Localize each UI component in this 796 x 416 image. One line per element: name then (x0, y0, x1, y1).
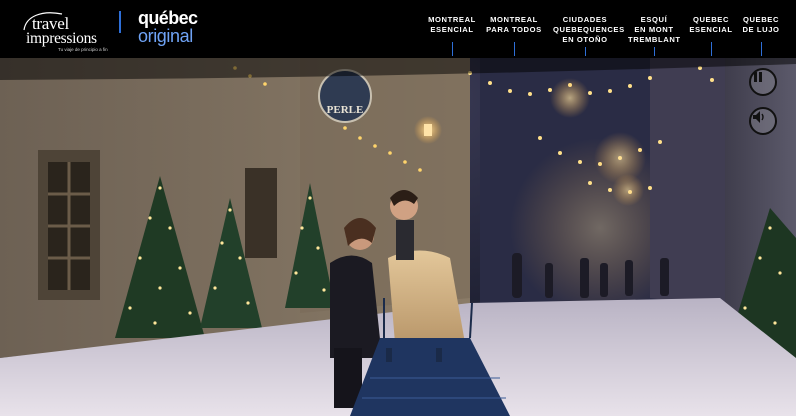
nav-indicator (654, 47, 655, 56)
nav-label-line: CIUDADES (562, 15, 608, 24)
main-nav: MONTREAL ESENCIAL MONTREAL PARA TODOS CI… (0, 0, 796, 58)
shop-sign-text: PERLE (327, 104, 364, 116)
pause-icon (754, 72, 762, 82)
nav-label-line: MONTREAL (490, 15, 538, 24)
site-header: travel impressions Tu viaje de principio… (0, 0, 796, 58)
nav-item-esqui-mont-tremblant[interactable]: ESQUÍ EN MONT TREMBLANT (628, 15, 681, 56)
nav-label-line: QUEBEC (742, 15, 780, 24)
nav-label-line: DE LUJO (742, 25, 780, 34)
hero-video[interactable]: PERLE (0, 58, 796, 416)
nav-label-line: ESENCIAL (689, 25, 733, 34)
nav-item-montreal-para-todos[interactable]: MONTREAL PARA TODOS (486, 15, 542, 56)
sound-button[interactable] (749, 107, 777, 135)
nav-item-quebec-de-lujo[interactable]: QUEBEC DE LUJO (741, 15, 781, 56)
nav-label-line: MONTREAL (428, 15, 476, 24)
nav-label-line: ESQUÍ (640, 15, 668, 24)
nav-label-line: EN MONT (634, 25, 674, 34)
nav-indicator (761, 42, 762, 56)
nav-item-ciudades-quebequences[interactable]: CIUDADES QUEBEQUENCES EN OTOÑO (553, 15, 625, 56)
nav-label-line: EN OTOÑO (562, 35, 608, 44)
nav-label-line: ESENCIAL (430, 25, 474, 34)
nav-label-line: TREMBLANT (628, 35, 681, 44)
nav-label-line: QUEBEQUENCES (553, 25, 625, 34)
nav-indicator (452, 42, 453, 56)
winter-street-scene: PERLE (0, 58, 796, 416)
nav-indicator (585, 47, 586, 56)
nav-item-quebec-esencial[interactable]: QUEBEC ESENCIAL (689, 15, 733, 56)
nav-indicator (514, 42, 515, 56)
pause-button[interactable] (749, 68, 777, 96)
nav-label-line: PARA TODOS (486, 25, 542, 34)
nav-label-line: QUEBEC (692, 15, 730, 24)
nav-indicator (711, 42, 712, 56)
nav-item-montreal-esencial[interactable]: MONTREAL ESENCIAL (428, 15, 476, 56)
speaker-icon (753, 111, 764, 123)
